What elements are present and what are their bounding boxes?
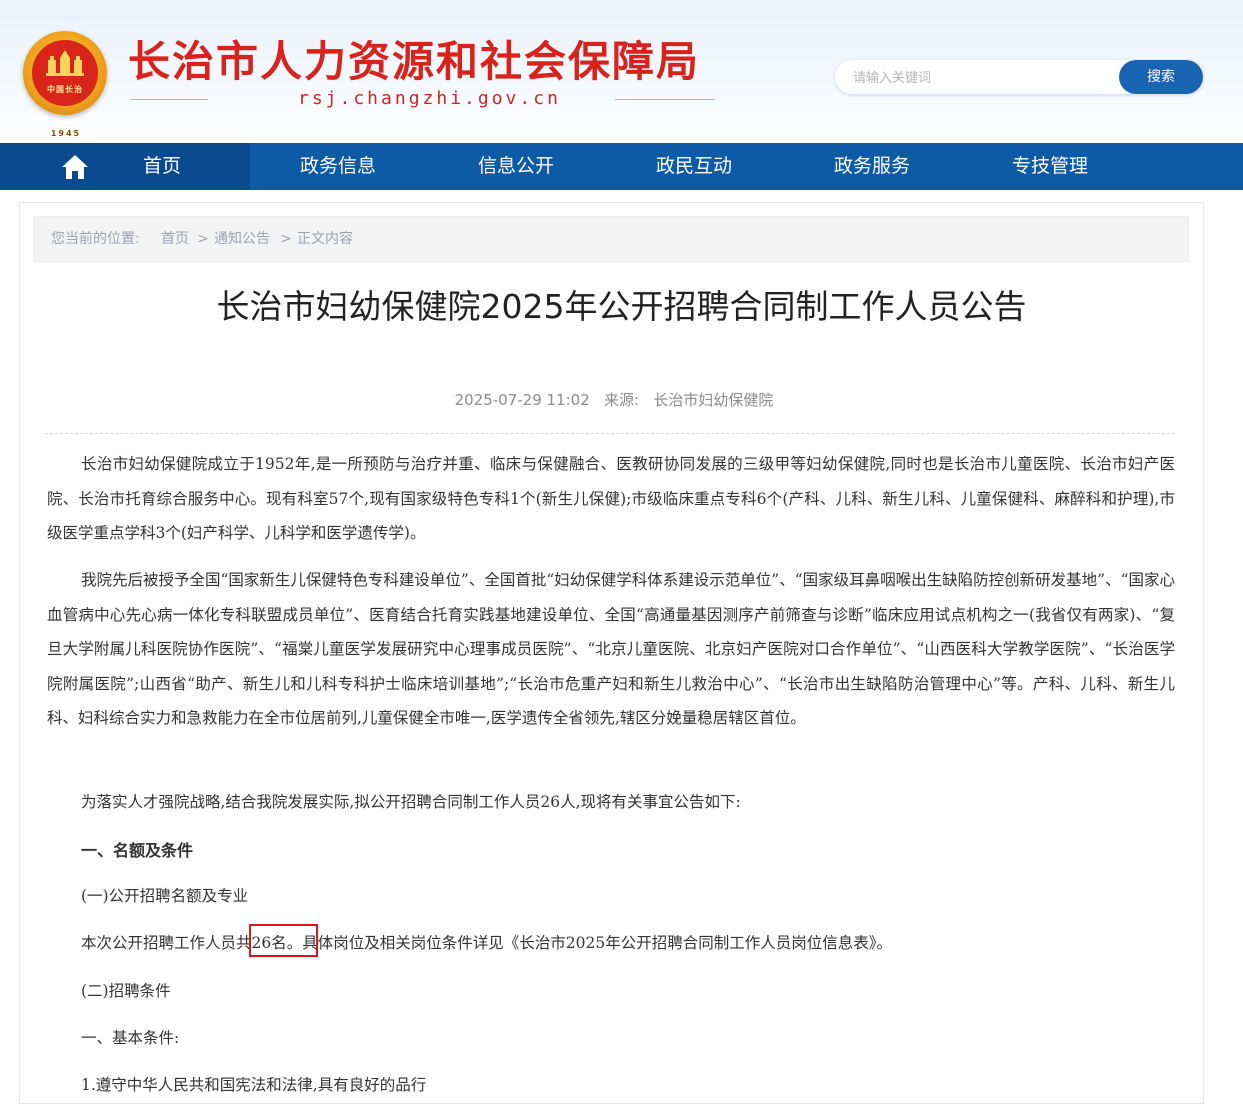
article-meta: 2025-07-29 11:02 来源: 长治市妇幼保健院 bbox=[0, 389, 1228, 410]
tower-icon bbox=[46, 50, 84, 76]
search-box: 搜索 bbox=[835, 60, 1203, 96]
basic-conditions-heading: 一、基本条件: bbox=[81, 1029, 180, 1047]
site-title[interactable]: 长治市人力资源和社会保障局 bbox=[128, 34, 700, 90]
emblem-text: 中国长治 bbox=[47, 85, 83, 94]
site-domain: rsj.changzhi.gov.cn bbox=[298, 88, 561, 109]
site-header: 中国长治 1945 长治市人力资源和社会保障局 rsj.changzhi.gov… bbox=[0, 0, 1243, 143]
emblem-inner: 中国长治 bbox=[32, 40, 98, 106]
city-emblem-logo[interactable]: 中国长治 1945 bbox=[23, 31, 107, 138]
nav-item-government-services[interactable]: 政务服务 bbox=[822, 143, 922, 190]
breadcrumb-link-home[interactable]: 首页 bbox=[161, 217, 189, 261]
article-source: 长治市妇幼保健院 bbox=[653, 391, 774, 409]
quota-text-before: 本次公开招聘工作人员 bbox=[81, 934, 237, 952]
breadcrumb-separator: > bbox=[280, 231, 292, 247]
source-label: 来源: bbox=[604, 391, 640, 409]
intro-line: 为落实人才强院战略,结合我院发展实际,拟公开招聘合同制工作人员26人,现将有关事… bbox=[81, 793, 741, 811]
quota-line: 本次公开招聘工作人员共26名。具体岗位及相关岗位条件详见《长治市2025年公开招… bbox=[81, 931, 892, 953]
emblem-year: 1945 bbox=[50, 129, 82, 138]
nav-item-info-disclosure[interactable]: 信息公开 bbox=[466, 143, 566, 190]
decor-line-left bbox=[130, 99, 208, 100]
search-input[interactable] bbox=[851, 60, 1115, 96]
paragraph-honors: 我院先后被授予全国“国家新生儿保健特色专科建设单位”、全国首批“妇幼保健学科体系… bbox=[47, 571, 1175, 728]
breadcrumb-prefix: 您当前的位置: bbox=[51, 231, 140, 247]
divider bbox=[45, 433, 1175, 434]
subheading-conditions: (二)招聘条件 bbox=[81, 982, 171, 1000]
nav-item-home[interactable]: 首页 bbox=[112, 143, 212, 190]
paragraph-hospital-intro: 长治市妇幼保健院成立于1952年,是一所预防与治疗并重、临床与保健融合、医教研协… bbox=[47, 455, 1175, 543]
breadcrumb-link-notices[interactable]: 通知公告 bbox=[214, 217, 270, 261]
search-button[interactable]: 搜索 bbox=[1119, 60, 1203, 94]
breadcrumb: 您当前的位置: 首页 > 通知公告 > 正文内容 bbox=[33, 216, 1189, 262]
nav-item-professional-management[interactable]: 专技管理 bbox=[1000, 143, 1100, 190]
subheading-quota: (一)公开招聘名额及专业 bbox=[81, 887, 249, 905]
nav-item-public-interaction[interactable]: 政民互动 bbox=[644, 143, 744, 190]
breadcrumb-separator: > bbox=[197, 231, 209, 247]
home-icon bbox=[62, 155, 88, 179]
main-nav: 首页 政务信息 信息公开 政民互动 政务服务 专技管理 bbox=[0, 143, 1243, 190]
partial-line: 1.遵守中华人民共和国宪法和法律,具有良好的品行 bbox=[81, 1076, 427, 1094]
quota-text-after: 具体岗位及相关岗位条件详见《长治市2025年公开招聘合同制工作人员岗位信息表》。 bbox=[302, 934, 892, 952]
decor-line-right bbox=[615, 99, 715, 100]
nav-item-government-info[interactable]: 政务信息 bbox=[288, 143, 388, 190]
section-heading-quota: 一、名额及条件 bbox=[81, 841, 194, 860]
breadcrumb-current: 正文内容 bbox=[297, 231, 353, 247]
highlight-box bbox=[249, 924, 318, 957]
article-title: 长治市妇幼保健院2025年公开招聘合同制工作人员公告 bbox=[216, 287, 1027, 326]
article-date: 2025-07-29 11:02 bbox=[454, 391, 590, 409]
